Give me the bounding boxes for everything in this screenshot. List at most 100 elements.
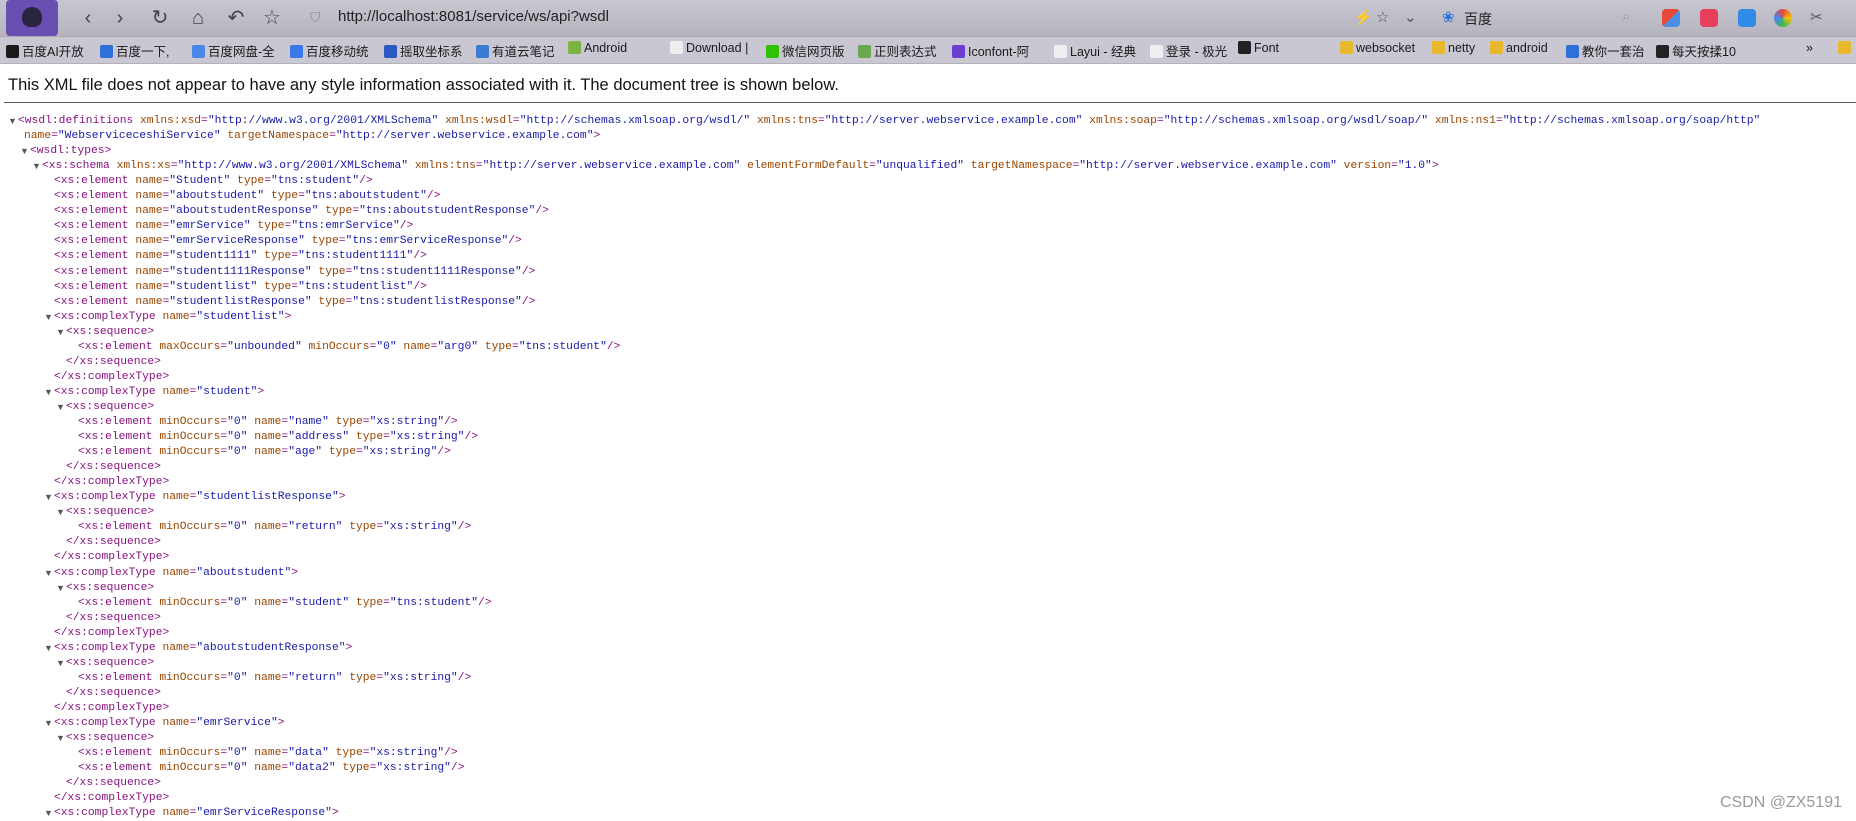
xml-attr-value: "tns:student" [518,340,607,353]
xml-attr-name: type [342,521,377,534]
xml-line: <xs:element name = "emrServiceResponse" ty… [54,234,522,249]
shield-icon: ⛉ [310,9,321,25]
bookmark-item[interactable]: 每天按揉10 [1656,41,1736,59]
bookmark-item[interactable]: 摇取坐标系 [384,41,463,59]
xml-attr-name: minOccurs [301,340,370,353]
xml-attr-value: "emrServiceResponse" [196,807,332,820]
back-icon[interactable]: ‹ [76,6,100,30]
xml-attr-value: "http://www.w3.org/2001/XMLSchema" [207,115,439,127]
bookmark-item[interactable]: 百度移动统 [290,41,369,59]
xml-tag: > [284,310,292,323]
collapse-toggle-icon[interactable]: ▼ [20,144,29,159]
collapse-toggle-icon[interactable]: ▼ [56,731,65,746]
bookmark-item[interactable]: 微信网页版 [766,41,845,59]
bookmark-item[interactable]: 教你一套治 [1566,41,1645,59]
collapse-toggle-icon[interactable]: ▼ [44,806,53,821]
collapse-toggle-icon[interactable]: ▼ [44,566,53,581]
xml-tag: </xs:complexType> [54,370,170,383]
xml-line: <xs:element name="studentlist" type="tns… [54,280,427,295]
xml-tag: <xs:element [54,235,136,248]
xml-tag: <xs:sequence> [66,732,155,745]
bookmark-label: 百度移动统 [306,45,369,59]
bookmark-item[interactable]: Download | [670,41,748,59]
xml-attr-name: type [349,596,384,609]
xml-attr-name: minOccurs [159,446,221,459]
xml-attr-name: xmlns:xsd [140,115,202,127]
undo-icon[interactable]: ↶ [224,6,248,30]
collapse-toggle-icon[interactable]: ▼ [8,114,17,129]
bookmark-item[interactable]: 百度一下, [100,41,169,59]
collapse-toggle-icon[interactable]: ▼ [44,490,53,505]
xml-tag: </xs:complexType> [54,476,170,489]
xml-tag: <xs:element [78,431,160,444]
home-icon[interactable]: ⌂ [186,6,210,30]
bookmark-item[interactable]: 百度网盘-全 [192,41,275,59]
xml-attr-name: name [162,491,190,504]
bookmark-label: 百度AI开放 [22,45,84,59]
xml-tag: /> [399,220,414,233]
bookmark-item[interactable]: 登录 - 极光 [1150,41,1227,59]
xml-tag: /> [444,416,458,428]
profile-avatar[interactable] [6,0,58,36]
bookmark-favicon-icon [1340,41,1353,54]
xml-line: <xs:complexType name="aboutstudentRespon… [54,641,352,656]
forward-icon[interactable]: › [108,6,132,30]
xml-tag: = [512,115,520,127]
reload-icon[interactable]: ↻ [148,6,172,30]
extension-icon[interactable] [1738,9,1756,27]
xml-attr-value: "aboutstudent" [196,566,292,579]
bookmark-label: netty [1448,41,1476,55]
collapse-toggle-icon[interactable]: ▼ [56,505,65,520]
xml-tag: = [1495,115,1503,127]
xml-attr-value: "aboutstudent" [169,190,265,203]
xml-line: <xs:sequence> [66,505,154,520]
collapse-toggle-icon[interactable]: ▼ [56,581,65,596]
bookmark-item[interactable]: android [1490,41,1548,59]
xml-attr-value: "0" [227,596,248,609]
collapse-toggle-icon[interactable]: ▼ [44,716,53,731]
search-icon[interactable]: ⌕ [1622,8,1630,25]
xml-tag: > [331,807,339,820]
bookmark-item[interactable]: 有道云笔记 [476,41,555,59]
bookmark-item[interactable]: Iconfont-阿 [952,41,1029,59]
collapse-toggle-icon[interactable]: ▼ [56,400,65,415]
xml-attr-name: type [230,175,265,188]
collapse-toggle-icon[interactable]: ▼ [44,385,53,400]
star-icon[interactable]: ☆ [260,6,284,30]
extension-icon[interactable] [1700,9,1718,27]
bookmark-folder[interactable] [1838,41,1854,59]
collapse-toggle-icon[interactable]: ▼ [44,310,53,325]
bookmark-star-icon[interactable]: ☆ [1376,8,1389,26]
xml-attr-name: name [135,205,163,218]
bookmark-item[interactable]: Font [1238,41,1279,59]
xml-attr-name: name [135,220,163,233]
extension-icon[interactable] [1662,9,1680,27]
bookmarks-overflow-icon[interactable]: » [1806,41,1813,59]
bookmark-item[interactable]: netty [1432,41,1475,59]
xml-attr-name: minOccurs [159,521,221,534]
collapse-toggle-icon[interactable]: ▼ [56,325,65,340]
xml-line: <xs:element minOccurs="0" name="age" typ… [78,445,451,460]
bookmark-item[interactable]: 百度AI开放 [6,41,84,59]
address-bar[interactable]: http://localhost:8081/service/ws/api?wsd… [338,8,609,25]
bookmark-item[interactable]: websocket [1340,41,1415,59]
collapse-toggle-icon[interactable]: ▼ [44,641,53,656]
xml-tag: </xs:sequence> [66,686,161,699]
bookmark-item[interactable]: Layui - 经典 [1054,41,1136,59]
lightning-icon[interactable]: ⚡ [1354,8,1373,26]
xml-attr-name: name [135,265,163,278]
bookmark-item[interactable]: Android [568,41,627,59]
xml-tag: <xs:complexType [54,641,163,654]
bookmark-item[interactable]: 正则表达式 [858,41,937,59]
chevron-down-icon[interactable]: ⌄ [1404,8,1417,26]
search-engine-label[interactable]: 百度 [1464,9,1492,29]
collapse-toggle-icon[interactable]: ▼ [56,656,65,671]
chrome-icon[interactable] [1774,9,1792,27]
bookmark-favicon-icon [384,45,397,58]
xml-tag: > [257,385,265,398]
collapse-toggle-icon[interactable]: ▼ [32,159,41,174]
xml-attr-name: type [257,250,292,263]
xml-attr-value: "tns:student1111" [298,250,414,263]
scissors-icon[interactable]: ✂ [1810,8,1823,26]
xml-attr-name: name [162,641,190,654]
